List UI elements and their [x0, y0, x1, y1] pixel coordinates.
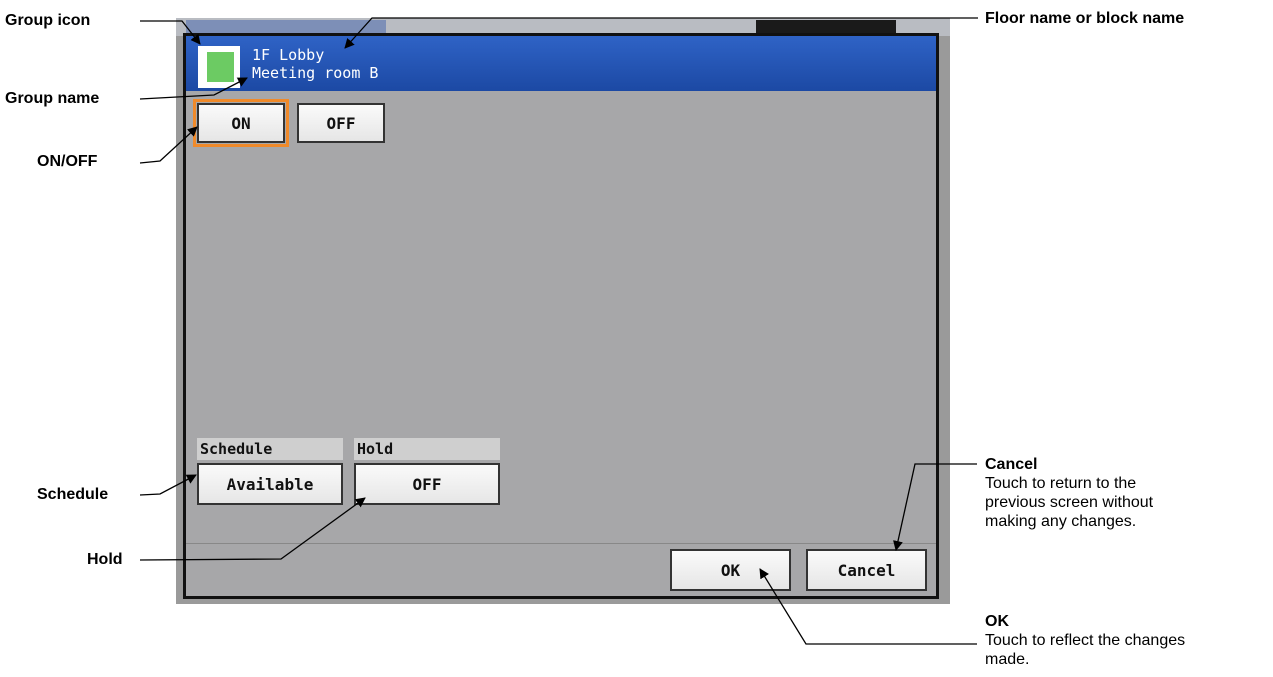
callout-cancel: Cancel Touch to return to the previous s…	[985, 455, 1153, 531]
leader-floor-name	[344, 17, 978, 49]
callout-group-icon: Group icon	[5, 12, 91, 29]
callout-ok-desc-2: made.	[985, 651, 1030, 668]
callout-hold: Hold	[87, 551, 123, 568]
callout-group-name: Group name	[5, 90, 100, 107]
leader-cancel	[893, 463, 977, 551]
callout-floor-name: Floor name or block name	[985, 10, 1185, 27]
callout-on-off: ON/OFF	[37, 153, 98, 170]
callout-ok-title: OK	[985, 613, 1009, 630]
callout-cancel-desc-3: making any changes.	[985, 513, 1137, 530]
callout-ok-desc-1: Touch to reflect the changes	[985, 632, 1186, 649]
callout-leader-lines	[139, 17, 978, 645]
leader-ok	[759, 568, 977, 645]
callout-cancel-title: Cancel	[985, 456, 1038, 473]
leader-group-icon	[140, 20, 201, 45]
leader-schedule	[139, 474, 197, 496]
callout-cancel-desc-1: Touch to return to the	[985, 475, 1137, 492]
leader-hold	[139, 497, 366, 561]
leader-group-name	[139, 77, 248, 100]
callout-ok: OK Touch to reflect the changes made.	[985, 612, 1185, 669]
callout-schedule: Schedule	[37, 486, 109, 503]
callout-cancel-desc-2: previous screen without	[985, 494, 1154, 511]
leader-on-off	[139, 126, 198, 164]
